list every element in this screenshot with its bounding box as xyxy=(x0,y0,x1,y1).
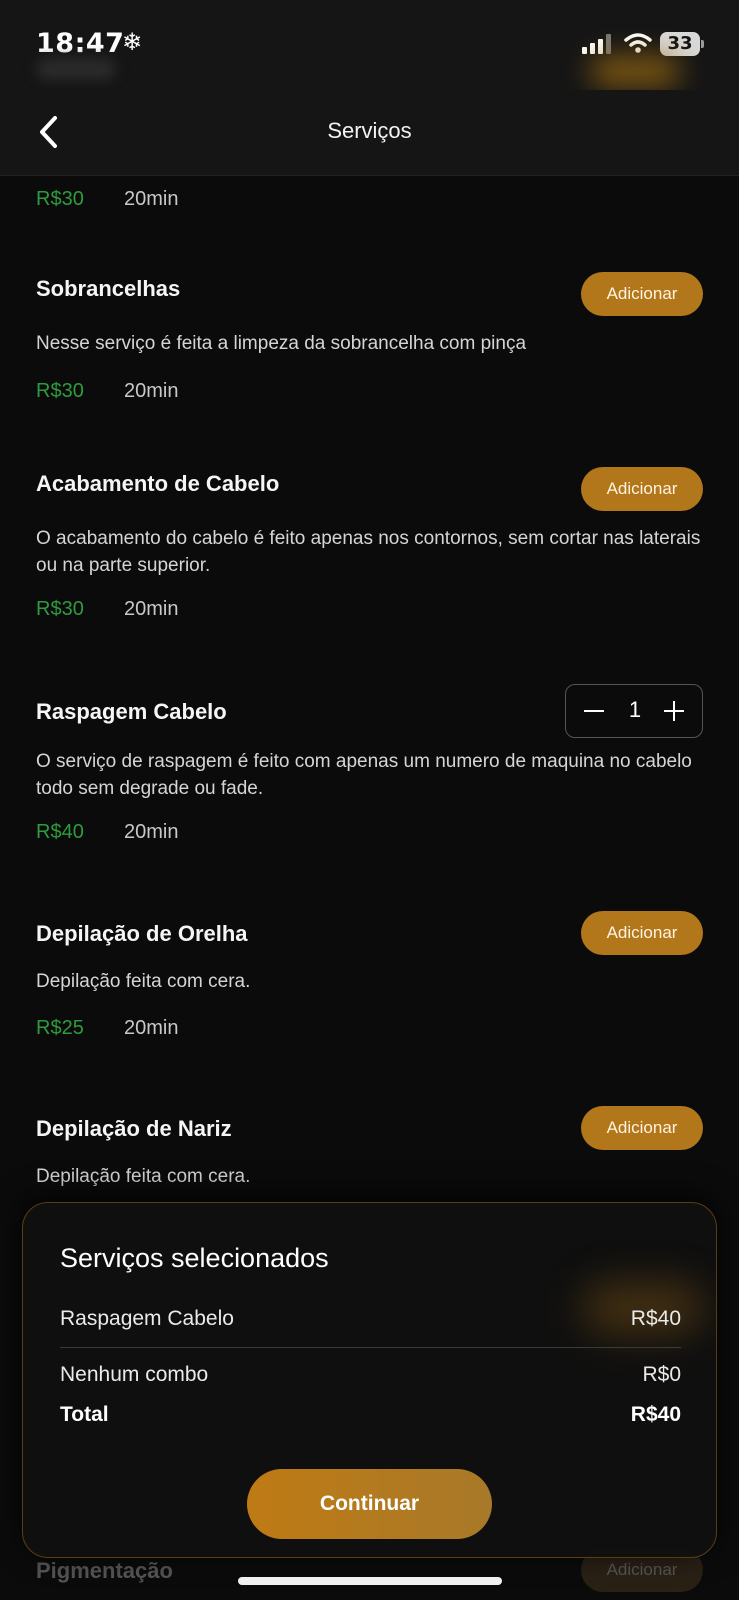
service-duration: 20min xyxy=(124,1017,179,1039)
battery-icon: 33 xyxy=(660,32,704,56)
service-name: Depilação de Nariz xyxy=(36,1116,232,1141)
panel-title: Serviços selecionados xyxy=(60,1243,329,1273)
status-time: 18:47 xyxy=(36,28,125,59)
quantity-value: 1 xyxy=(628,697,642,722)
wifi-icon xyxy=(624,33,652,53)
continue-button[interactable]: Continuar xyxy=(247,1469,492,1539)
combo-row: Nenhum combo R$0 xyxy=(60,1363,681,1387)
status-bar: 18:47 ❄ 33 xyxy=(0,0,739,90)
combo-label: Nenhum combo xyxy=(60,1363,209,1386)
service-price: R$30 xyxy=(36,380,84,402)
service-name: Raspagem Cabelo xyxy=(36,699,227,724)
home-indicator[interactable] xyxy=(238,1577,502,1585)
divider xyxy=(60,1347,681,1348)
service-duration: 20min xyxy=(124,188,179,210)
service-description: Depilação feita com cera. xyxy=(36,1166,251,1187)
service-description: O serviço de raspagem é feito com apenas… xyxy=(36,751,692,799)
snowflake-icon: ❄ xyxy=(122,28,143,56)
app-header: Serviços xyxy=(0,90,739,176)
decrement-button[interactable] xyxy=(584,710,604,712)
service-meta: R$30 20min xyxy=(36,188,178,211)
service-meta: R$40 20min xyxy=(36,821,178,844)
add-button[interactable]: Adicionar xyxy=(581,911,703,955)
selected-item-name: Raspagem Cabelo xyxy=(60,1307,234,1330)
total-row: Total R$40 xyxy=(60,1403,681,1427)
service-price: R$40 xyxy=(36,821,84,843)
service-meta: R$30 20min xyxy=(36,598,178,621)
blurred-area xyxy=(36,58,116,80)
service-name: Acabamento de Cabelo xyxy=(36,471,280,496)
selected-item-price: R$40 xyxy=(630,1307,681,1330)
selected-services-panel: Serviços selecionados Raspagem Cabelo R$… xyxy=(22,1202,717,1558)
total-price: R$40 xyxy=(630,1403,681,1426)
service-price: R$30 xyxy=(36,188,84,210)
service-description: Depilação feita com cera. xyxy=(36,971,251,992)
service-duration: 20min xyxy=(124,598,179,620)
service-meta: R$25 20min xyxy=(36,1017,178,1040)
cellular-signal-icon xyxy=(582,34,612,54)
service-name: Sobrancelhas xyxy=(36,276,181,301)
add-button[interactable]: Adicionar xyxy=(581,1106,703,1150)
service-price: R$25 xyxy=(36,1017,84,1039)
service-meta: R$30 20min xyxy=(36,380,178,403)
battery-level: 33 xyxy=(667,33,693,54)
service-duration: 20min xyxy=(124,380,179,402)
blurred-area xyxy=(590,56,680,86)
page-title: Serviços xyxy=(327,118,412,143)
service-name: Pigmentação xyxy=(36,1558,173,1583)
total-label: Total xyxy=(60,1403,109,1426)
service-name: Depilação de Orelha xyxy=(36,921,248,946)
quantity-stepper: 1 xyxy=(565,684,703,738)
service-description: Nesse serviço é feita a limpeza da sobra… xyxy=(36,333,527,354)
combo-price: R$0 xyxy=(642,1363,681,1386)
add-button[interactable]: Adicionar xyxy=(581,272,703,316)
increment-button[interactable] xyxy=(664,701,684,721)
selected-item-row: Raspagem Cabelo R$40 xyxy=(60,1307,681,1331)
add-button[interactable]: Adicionar xyxy=(581,467,703,511)
service-duration: 20min xyxy=(124,821,179,843)
service-price: R$30 xyxy=(36,598,84,620)
service-description: O acabamento do cabelo é feito apenas no… xyxy=(36,528,701,576)
